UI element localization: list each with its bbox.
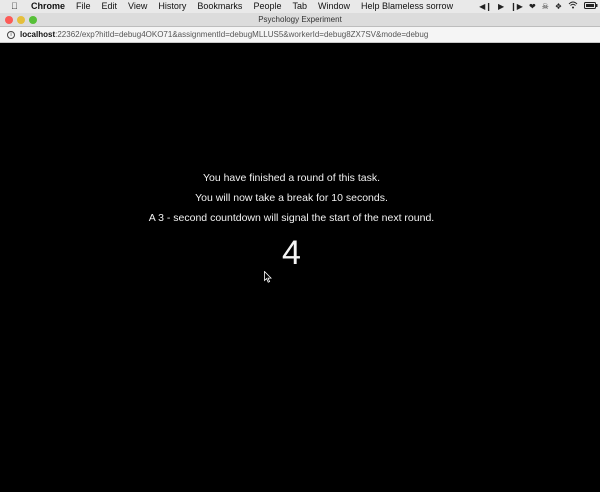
- address-bar[interactable]: i localhost:22362/exp?hitId=debug4OKO71&…: [0, 27, 600, 43]
- apple-icon[interactable]: : [11, 0, 21, 13]
- menu-bookmarks[interactable]: Bookmarks: [197, 0, 242, 13]
- menu-window[interactable]: Window: [318, 0, 350, 13]
- now-playing-label[interactable]: Blameless sorrow: [382, 0, 453, 13]
- wifi-icon[interactable]: [568, 0, 578, 13]
- menu-edit[interactable]: Edit: [102, 0, 118, 13]
- menu-bar:  Chrome File Edit View History Bookmark…: [0, 0, 600, 13]
- url-path: :22362/exp?hitId=debug4OKO71&assignmentI…: [55, 30, 429, 39]
- heart-icon[interactable]: ❤: [529, 0, 536, 13]
- menu-file[interactable]: File: [76, 0, 91, 13]
- menu-tab[interactable]: Tab: [292, 0, 307, 13]
- menu-bar-status-area: Blameless sorrow ◀❙ ▶ ❙▶ ❤ ☠ ❖: [382, 0, 598, 13]
- previous-track-icon[interactable]: ◀❙: [479, 0, 492, 13]
- break-message: You will now take a break for 10 seconds…: [195, 192, 388, 204]
- menu-app-chrome[interactable]: Chrome: [31, 0, 65, 13]
- play-icon[interactable]: ▶: [498, 0, 504, 13]
- round-finished-message: You have finished a round of this task.: [202, 172, 381, 184]
- menu-help[interactable]: Help: [361, 0, 380, 13]
- skull-icon[interactable]: ☠: [542, 0, 549, 13]
- countdown-number: 4: [282, 234, 301, 272]
- battery-icon[interactable]: [584, 0, 598, 13]
- experiment-page: You have finished a round of this task. …: [0, 44, 600, 492]
- window-titlebar: Psychology Experiment: [0, 13, 600, 27]
- close-window-button[interactable]: [5, 16, 13, 24]
- menu-history[interactable]: History: [158, 0, 186, 13]
- dropbox-icon[interactable]: ❖: [555, 0, 562, 13]
- menu-people[interactable]: People: [253, 0, 281, 13]
- next-track-icon[interactable]: ❙▶: [510, 0, 523, 13]
- menu-view[interactable]: View: [128, 0, 147, 13]
- url-text[interactable]: localhost:22362/exp?hitId=debug4OKO71&as…: [20, 27, 429, 42]
- window-title: Psychology Experiment: [258, 15, 342, 24]
- mouse-cursor-icon: [264, 271, 272, 283]
- countdown-info-message: A 3 - second countdown will signal the s…: [148, 212, 435, 224]
- url-host: localhost: [20, 30, 56, 39]
- maximize-window-button[interactable]: [29, 16, 37, 24]
- site-info-icon[interactable]: i: [7, 31, 15, 39]
- window-controls: [5, 16, 41, 24]
- minimize-window-button[interactable]: [17, 16, 25, 24]
